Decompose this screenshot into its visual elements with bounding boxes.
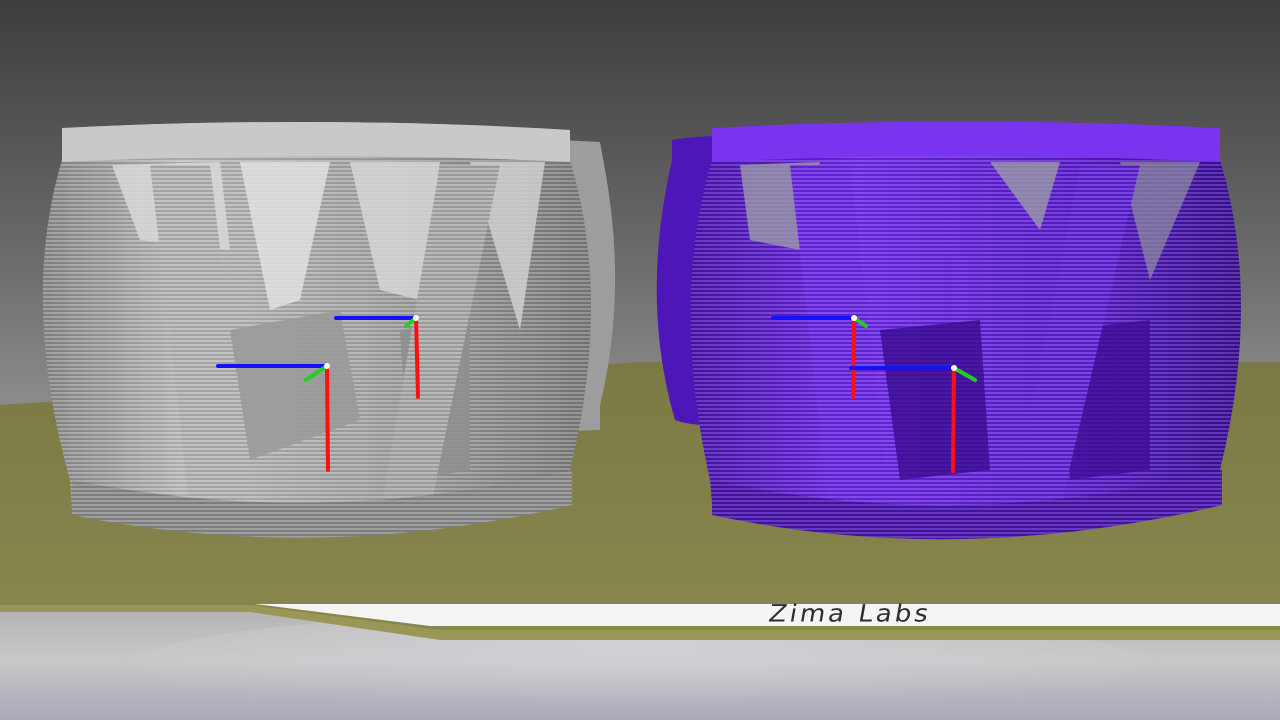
plate-label-text: Zima Labs	[766, 600, 934, 628]
purple-cage-part	[656, 121, 1241, 540]
gray-cage-part	[42, 121, 616, 538]
axis-z-line	[325, 364, 330, 472]
